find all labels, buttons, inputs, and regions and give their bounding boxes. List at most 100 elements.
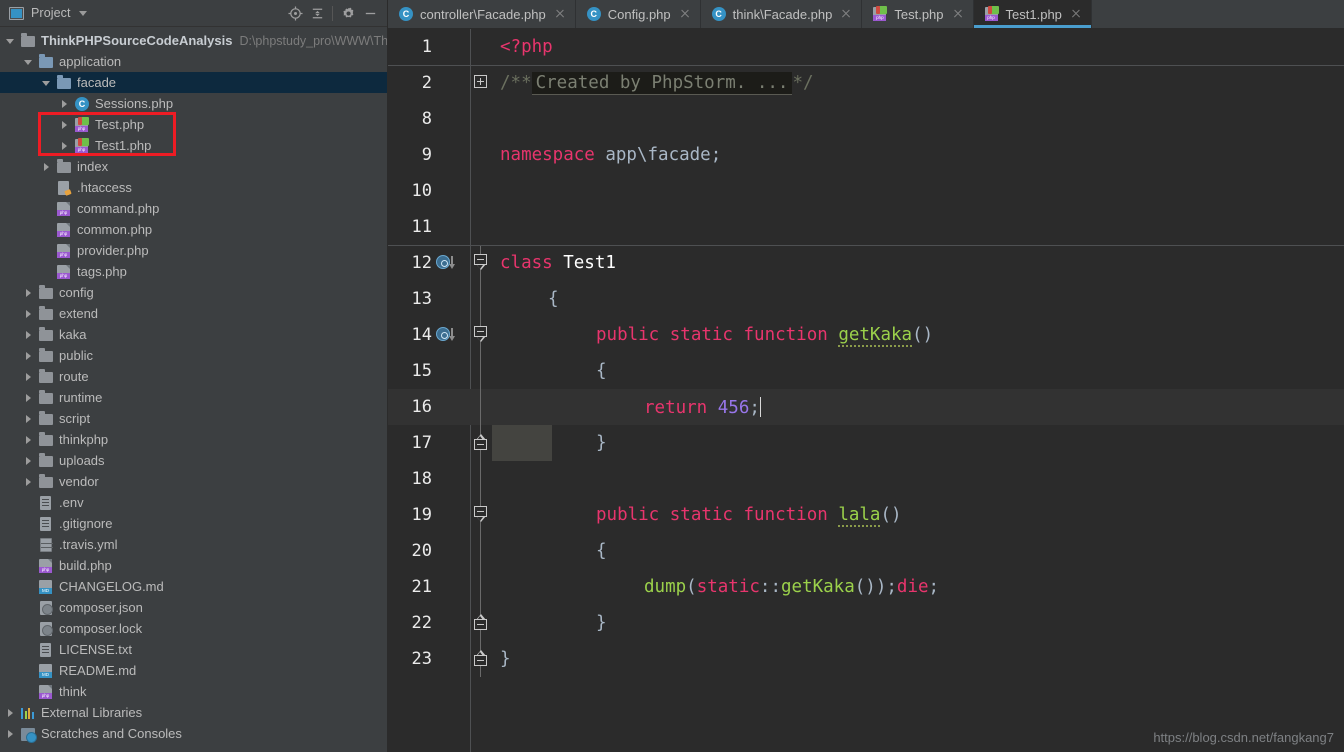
tree-item-test1-php[interactable]: Test1.php [0, 135, 387, 156]
code-text[interactable]: { [492, 281, 1344, 317]
code-line-9[interactable]: 9 namespace app\facade; [388, 137, 1344, 173]
code-text[interactable] [492, 101, 1344, 137]
code-line-11[interactable]: 11 [388, 209, 1344, 245]
fold-end-icon[interactable] [474, 650, 487, 668]
code-line-19[interactable]: 19 public static function lala() [388, 497, 1344, 533]
fold-gutter[interactable] [470, 137, 492, 173]
tree-item-scratches-and-consoles[interactable]: Scratches and Consoles [0, 723, 387, 744]
code-line-14[interactable]: 14 public static function getKaka() [388, 317, 1344, 353]
fold-gutter[interactable] [470, 209, 492, 245]
chevron-down-icon[interactable] [78, 10, 87, 16]
fold-collapse-icon[interactable] [474, 506, 487, 524]
locate-icon[interactable] [284, 2, 306, 24]
tree-item-runtime[interactable]: runtime [0, 387, 387, 408]
fold-gutter[interactable] [470, 605, 492, 641]
tree-item-tags-php[interactable]: tags.php [0, 261, 387, 282]
tree-item-provider-php[interactable]: provider.php [0, 240, 387, 261]
fold-end-icon[interactable] [474, 614, 487, 632]
tree-toggle-down-icon[interactable] [6, 36, 16, 46]
editor-tab-test1-php[interactable]: Test1.php [973, 0, 1092, 28]
editor-tab-bar[interactable]: Ccontroller\Facade.php C Config.php Cthink\… [388, 0, 1344, 29]
tree-item-vendor[interactable]: vendor [0, 471, 387, 492]
tree-item-external-libraries[interactable]: External Libraries [0, 702, 387, 723]
tree-item-uploads[interactable]: uploads [0, 450, 387, 471]
collapsed-docblock[interactable]: Created by PhpStorm. ... [531, 71, 793, 95]
fold-gutter[interactable] [470, 497, 492, 533]
fold-gutter[interactable] [470, 281, 492, 317]
tree-item-thinkphp[interactable]: thinkphp [0, 429, 387, 450]
tree-item-script[interactable]: script [0, 408, 387, 429]
code-text[interactable]: /** Created by PhpStorm. ... */ [492, 65, 1344, 101]
code-line-15[interactable]: 15 { [388, 353, 1344, 389]
fold-gutter[interactable] [470, 389, 492, 425]
close-icon[interactable] [554, 8, 566, 20]
tree-toggle-right-icon[interactable] [6, 729, 16, 739]
tree-toggle-down-icon[interactable] [24, 57, 34, 67]
fold-gutter[interactable] [470, 533, 492, 569]
tree-item-license-txt[interactable]: LICENSE.txt [0, 639, 387, 660]
tree-item-env[interactable]: .env [0, 492, 387, 513]
editor-tab-think-facade-php[interactable]: Cthink\Facade.php [701, 0, 863, 28]
code-line-12[interactable]: 12 class Test1 [388, 245, 1344, 281]
fold-gutter[interactable] [470, 353, 492, 389]
tree-item-public[interactable]: public [0, 345, 387, 366]
code-text[interactable]: public static function getKaka() [492, 317, 1344, 353]
code-text[interactable]: { [492, 533, 1344, 569]
tree-item-build-php[interactable]: build.php [0, 555, 387, 576]
code-text[interactable] [492, 173, 1344, 209]
fold-collapse-icon[interactable] [474, 254, 487, 272]
tree-toggle-right-icon[interactable] [24, 393, 34, 403]
fold-gutter[interactable] [470, 641, 492, 677]
gutter-marker-area[interactable] [434, 209, 470, 245]
code-line-8[interactable]: 8 [388, 101, 1344, 137]
tree-item-facade[interactable]: facade [0, 72, 387, 93]
tree-item-thinkphpsourcecodeanalysis[interactable]: ThinkPHPSourceCodeAnalysis D:\phpstudy_pr… [0, 30, 387, 51]
fold-gutter[interactable] [470, 65, 492, 101]
tree-toggle-right-icon[interactable] [60, 141, 70, 151]
fold-gutter[interactable] [470, 173, 492, 209]
fold-gutter[interactable] [470, 425, 492, 461]
code-line-17[interactable]: 17} [388, 425, 1344, 461]
tree-toggle-right-icon[interactable] [24, 288, 34, 298]
tree-item-readme-md[interactable]: README.md [0, 660, 387, 681]
fold-collapse-icon[interactable] [474, 326, 487, 344]
fold-gutter[interactable] [470, 101, 492, 137]
fold-gutter[interactable] [470, 245, 492, 281]
tree-item-index[interactable]: index [0, 156, 387, 177]
fold-gutter[interactable] [470, 569, 492, 605]
code-text[interactable]: } [492, 425, 1344, 461]
tree-item-composer-json[interactable]: composer.json [0, 597, 387, 618]
tree-item-test-php[interactable]: Test.php [0, 114, 387, 135]
gutter-marker-area[interactable] [434, 605, 470, 641]
code-line-10[interactable]: 10 [388, 173, 1344, 209]
gutter-marker-area[interactable] [434, 461, 470, 497]
tree-toggle-right-icon[interactable] [60, 99, 70, 109]
tree-toggle-right-icon[interactable] [24, 477, 34, 487]
overridden-method-icon[interactable] [436, 327, 455, 342]
overridden-method-icon[interactable] [436, 255, 455, 270]
tree-item-composer-lock[interactable]: composer.lock [0, 618, 387, 639]
tree-item-gitignore[interactable]: .gitignore [0, 513, 387, 534]
editor-tab-test-php[interactable]: Test.php [862, 0, 974, 28]
code-text[interactable]: public static function lala() [492, 497, 1344, 533]
editor-tab-config-php[interactable]: C Config.php [576, 0, 701, 28]
code-text[interactable]: } [492, 605, 1344, 641]
tree-toggle-right-icon[interactable] [6, 708, 16, 718]
tree-toggle-right-icon[interactable] [60, 120, 70, 130]
code-line-18[interactable]: 18 [388, 461, 1344, 497]
code-text[interactable]: dump(static::getKaka());die; [492, 569, 1344, 605]
gutter-marker-area[interactable] [434, 641, 470, 677]
tree-item-config[interactable]: config [0, 282, 387, 303]
gear-icon[interactable] [337, 2, 359, 24]
code-text[interactable]: namespace app\facade; [492, 137, 1344, 173]
tree-toggle-right-icon[interactable] [42, 162, 52, 172]
gutter-marker-area[interactable] [434, 317, 470, 353]
minimize-icon[interactable] [359, 2, 381, 24]
tree-item-travis-yml[interactable]: .travis.yml [0, 534, 387, 555]
fold-gutter[interactable] [470, 317, 492, 353]
tree-item-route[interactable]: route [0, 366, 387, 387]
code-line-16[interactable]: 16 return 456; [388, 389, 1344, 425]
tree-item-changelog-md[interactable]: CHANGELOG.md [0, 576, 387, 597]
tree-toggle-right-icon[interactable] [24, 351, 34, 361]
code-text[interactable]: { [492, 353, 1344, 389]
